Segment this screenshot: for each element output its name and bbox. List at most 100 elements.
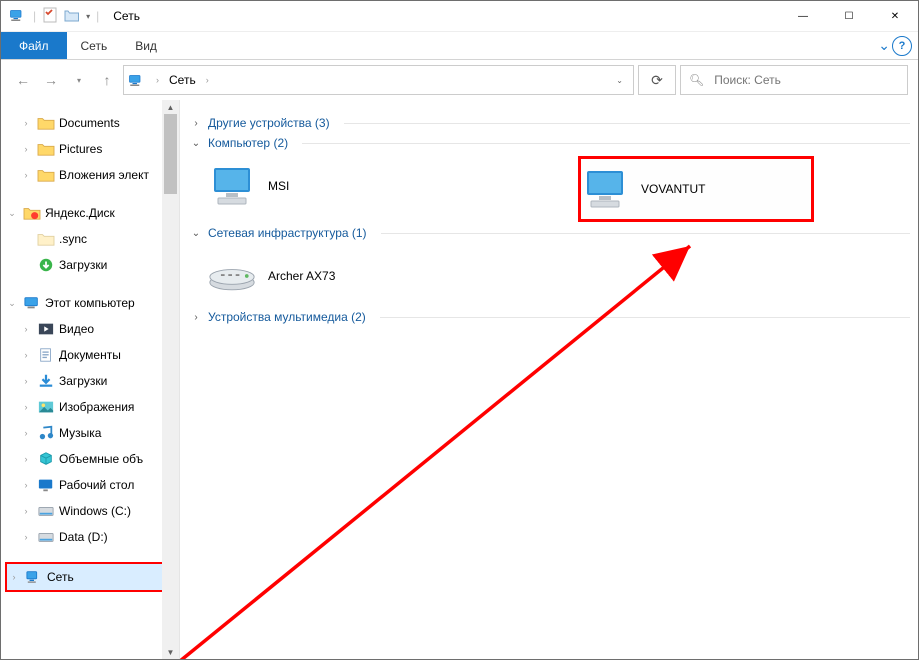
minimize-button[interactable]: — (780, 1, 826, 31)
sidebar-scrollbar[interactable]: ▲ ▼ (162, 100, 179, 659)
maximize-button[interactable]: ☐ (826, 1, 872, 31)
scroll-thumb[interactable] (164, 114, 177, 194)
chevron-icon[interactable]: › (19, 428, 33, 438)
tree-item-data-d-[interactable]: › Data (D:) (5, 524, 179, 550)
item-grid: Archer AX73 (208, 246, 910, 306)
close-button[interactable]: ✕ (872, 1, 918, 31)
yadisk-icon (23, 205, 41, 221)
tree-item-изображения[interactable]: ›Изображения (5, 394, 179, 420)
chevron-icon[interactable]: ⌄ (190, 228, 202, 239)
chevron-icon[interactable]: › (19, 350, 33, 360)
search-box[interactable]: 🔍︎ (680, 65, 908, 95)
qatb: | ▾ | (7, 7, 101, 26)
tree-item-музыка[interactable]: ›Музыка (5, 420, 179, 446)
tree-item-label: Загрузки (59, 374, 107, 388)
tree: › Documents ›Pictures›Вложения элект ⌄ Яндек… (1, 110, 179, 592)
downloads-icon (37, 373, 55, 389)
folder-icon (37, 141, 55, 157)
scroll-down-icon[interactable]: ▼ (162, 645, 179, 659)
tree-item-label: Documents (59, 116, 120, 130)
chevron-icon[interactable]: › (19, 376, 33, 386)
network-app-icon (7, 7, 29, 26)
group-header[interactable]: ⌄ Сетевая инфраструктура (1) (190, 226, 910, 240)
item-label: VOVANTUT (641, 182, 705, 196)
ribbon-tabs: Файл Сеть Вид ⌄ ? (1, 32, 918, 60)
tree-item-label: Windows (C:) (59, 504, 131, 518)
view-tab[interactable]: Вид (121, 32, 171, 59)
desktop-icon (37, 477, 55, 493)
group-divider (302, 143, 910, 144)
network-icon (25, 569, 43, 585)
ribbon-collapse-icon[interactable]: ⌄ (878, 37, 890, 54)
tree-item-label: Data (D:) (59, 530, 108, 544)
network-item-msi[interactable]: MSI (208, 156, 508, 216)
chevron-icon[interactable]: ⌄ (190, 138, 202, 149)
chevron-icon[interactable]: ⌄ (5, 208, 19, 219)
file-tab[interactable]: Файл (1, 32, 67, 59)
chevron-icon[interactable]: › (19, 480, 33, 490)
group-header[interactable]: ⌄ Компьютер (2) (190, 136, 910, 150)
tree-item-загрузки[interactable]: Загрузки (5, 252, 179, 278)
group-title: Компьютер (2) (208, 136, 288, 150)
music-icon (37, 425, 55, 441)
group-title: Сетевая инфраструктура (1) (208, 226, 367, 240)
help-button[interactable]: ? (892, 36, 912, 56)
item-grid: MSI VOVANTUT (208, 156, 910, 222)
scroll-up-icon[interactable]: ▲ (162, 100, 179, 114)
tree-item-видео[interactable]: › Видео (5, 316, 179, 342)
qat-dropdown-icon[interactable]: ▾ (84, 12, 92, 21)
chevron-icon[interactable]: › (19, 144, 33, 154)
chevron-icon[interactable]: › (19, 170, 33, 180)
chevron-icon[interactable]: › (19, 506, 33, 516)
folder-icon (37, 115, 55, 131)
address-dropdown-icon[interactable]: ⌄ (610, 76, 629, 85)
chevron-icon[interactable]: ⌄ (5, 298, 19, 309)
tree-item-этот-компьютер[interactable]: ⌄Этот компьютер (5, 290, 179, 316)
breadcrumb-sep[interactable]: › (202, 75, 213, 85)
tree-item--sync[interactable]: .sync (5, 226, 179, 252)
chevron-icon[interactable]: › (19, 402, 33, 412)
group-header[interactable]: › Другие устройства (3) (190, 116, 910, 130)
tree-item-яндекс-диск[interactable]: ⌄ Яндекс.Диск (5, 200, 179, 226)
tree-item-label: Объемные объ (59, 452, 143, 466)
recent-dropdown-icon[interactable]: ▾ (67, 68, 91, 92)
chevron-icon[interactable]: › (190, 118, 202, 129)
network-item-archer ax73[interactable]: Archer AX73 (208, 246, 508, 306)
breadcrumb-sep[interactable]: › (152, 75, 163, 85)
up-button[interactable]: ↑ (95, 68, 119, 92)
tree-item-объемные-объ[interactable]: › Объемные объ (5, 446, 179, 472)
refresh-button[interactable]: ⟳ (638, 65, 676, 95)
tree-item-label: .sync (59, 232, 87, 246)
forward-button[interactable]: → (39, 68, 63, 92)
back-button[interactable]: ← (11, 68, 35, 92)
navigation-pane: ▲ ▼ › Documents ›Pictures›Вложения элект ⌄ Я… (1, 100, 180, 659)
breadcrumb[interactable]: Сеть (169, 73, 196, 87)
tree-item-вложения-элект[interactable]: ›Вложения элект (5, 162, 179, 188)
search-input[interactable] (712, 72, 899, 88)
item-label: Archer AX73 (268, 269, 335, 283)
network-item-vovantut[interactable]: VOVANTUT (578, 156, 814, 222)
tree-item-documents[interactable]: › Documents (5, 110, 179, 136)
group-title: Другие устройства (3) (208, 116, 330, 130)
download-icon (37, 257, 55, 273)
chevron-icon[interactable]: › (7, 572, 21, 582)
group-header[interactable]: ›Устройства мультимедиа (2) (190, 310, 910, 324)
network-tab[interactable]: Сеть (67, 32, 122, 59)
tree-item-рабочий-стол[interactable]: ›Рабочий стол (5, 472, 179, 498)
tree-item-pictures[interactable]: ›Pictures (5, 136, 179, 162)
address-bar[interactable]: › Сеть › ⌄ (123, 65, 634, 95)
content-pane: › Другие устройства (3) ⌄ Компьютер (2) MSI V… (180, 100, 918, 659)
tree-item-label: Видео (59, 322, 94, 336)
chevron-icon[interactable]: › (19, 454, 33, 464)
tree-item-сеть[interactable]: ›Сеть (5, 562, 179, 592)
chevron-icon[interactable]: › (19, 532, 33, 542)
tree-item-windows-c-[interactable]: › Windows (C:) (5, 498, 179, 524)
tree-item-загрузки[interactable]: › Загрузки (5, 368, 179, 394)
qat-properties-icon[interactable] (40, 7, 60, 26)
tree-item-label: Яндекс.Диск (45, 206, 115, 220)
tree-item-документы[interactable]: ›Документы (5, 342, 179, 368)
chevron-icon[interactable]: › (19, 324, 33, 334)
qat-new-folder-icon[interactable] (62, 8, 82, 25)
chevron-icon[interactable]: › (19, 118, 33, 128)
chevron-icon[interactable]: › (190, 312, 202, 323)
